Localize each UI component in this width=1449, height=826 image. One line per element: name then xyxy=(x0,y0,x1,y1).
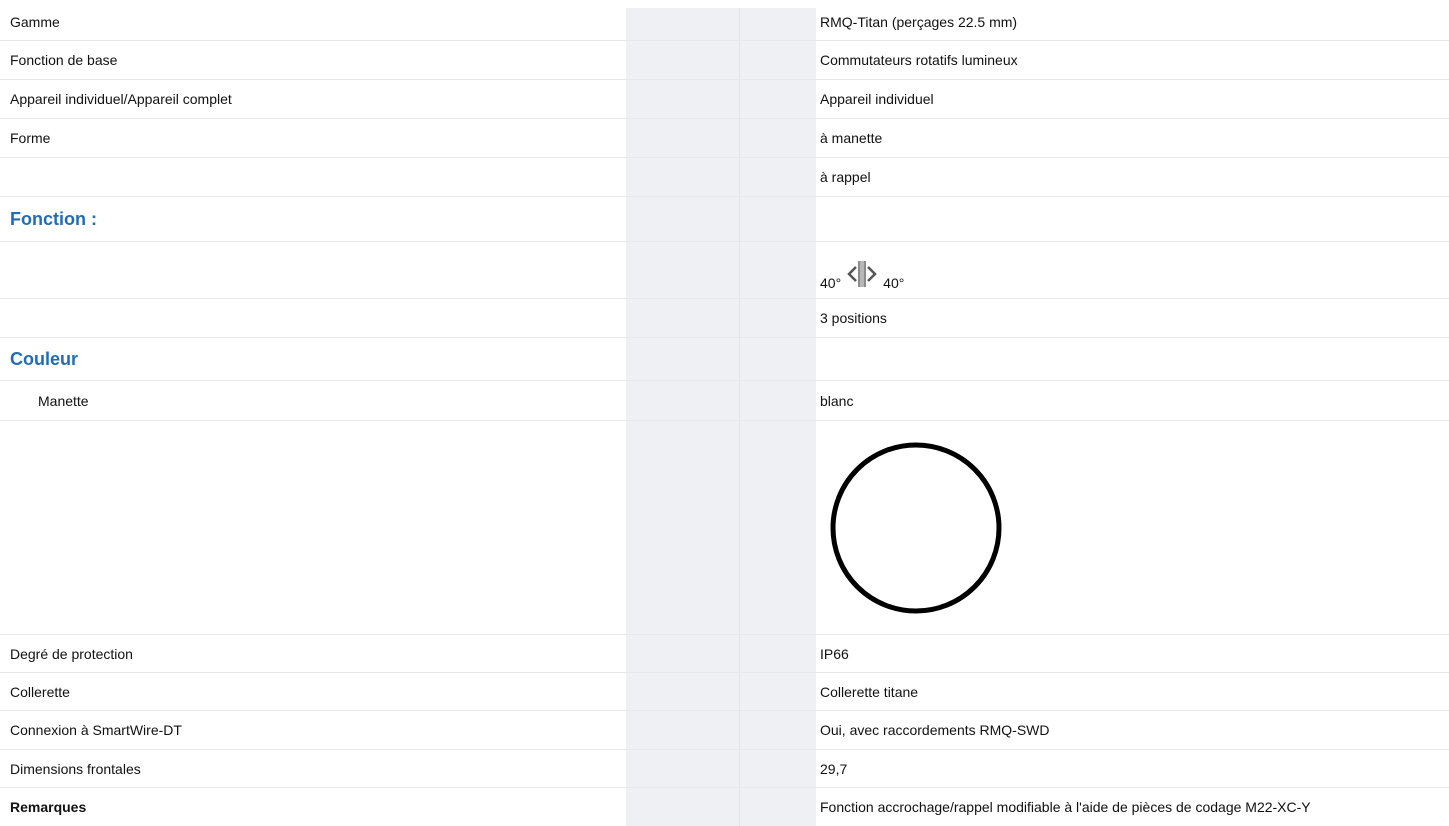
spec-table: Gamme RMQ-Titan (perçages 22.5 mm) Fonct… xyxy=(0,4,1449,826)
row-couleur-section: Couleur xyxy=(0,338,1449,381)
label-smartwire: Connexion à SmartWire-DT xyxy=(10,722,182,738)
label-fonction-base: Fonction de base xyxy=(10,52,118,68)
value-dimensions: 29,7 xyxy=(820,760,848,777)
row-fonction-base: Fonction de base Commutateurs rotatifs l… xyxy=(0,41,1449,80)
value-remarques: Fonction accrochage/rappel modifiable à … xyxy=(820,799,1311,815)
label-remarques: Remarques xyxy=(10,799,87,815)
label-dimensions: Dimensions frontales xyxy=(10,760,141,777)
color-swatch-circle xyxy=(830,442,1002,613)
row-appareil: Appareil individuel/Appareil complet App… xyxy=(0,80,1449,119)
section-couleur: Couleur xyxy=(10,348,79,369)
value-gamme: RMQ-Titan (perçages 22.5 mm) xyxy=(820,14,1018,30)
row-collerette: Collerette Collerette titane xyxy=(0,673,1449,711)
row-gamme: Gamme RMQ-Titan (perçages 22.5 mm) xyxy=(0,4,1449,41)
label-forme: Forme xyxy=(10,130,51,146)
value-smartwire: Oui, avec raccordements RMQ-SWD xyxy=(820,722,1050,738)
value-manette: blanc xyxy=(820,392,854,409)
label-gamme: Gamme xyxy=(10,14,60,30)
label-appareil: Appareil individuel/Appareil complet xyxy=(10,91,232,107)
label-protection: Degré de protection xyxy=(10,645,133,662)
row-forme-2: à rappel xyxy=(0,158,1449,197)
value-positions: 3 positions xyxy=(820,310,887,326)
value-collerette: Collerette titane xyxy=(820,683,919,700)
row-forme: Forme à manette xyxy=(0,119,1449,158)
value-appareil: Appareil individuel xyxy=(820,91,934,107)
rotation-indicator: 40° 40° xyxy=(820,249,1449,291)
angle-left: 40° xyxy=(820,275,842,291)
row-fonction-section: Fonction : xyxy=(0,197,1449,242)
value-fonction-base: Commutateurs rotatifs lumineux xyxy=(820,52,1018,68)
row-swatch xyxy=(0,421,1449,635)
row-positions: 3 positions xyxy=(0,299,1449,338)
angle-right: 40° xyxy=(883,275,905,291)
value-forme-2: à rappel xyxy=(820,169,871,185)
section-fonction: Fonction : xyxy=(10,208,97,229)
row-protection: Degré de protection IP66 xyxy=(0,635,1449,673)
row-remarques: Remarques Fonction accrochage/rappel mod… xyxy=(0,788,1449,826)
row-smartwire: Connexion à SmartWire-DT Oui, avec racco… xyxy=(0,711,1449,750)
label-manette: Manette xyxy=(38,392,89,409)
row-dimensions: Dimensions frontales 29,7 xyxy=(0,750,1449,788)
rotary-arrows-icon xyxy=(847,261,877,287)
value-protection: IP66 xyxy=(820,645,849,662)
row-manette: Manette blanc xyxy=(0,381,1449,421)
value-forme: à manette xyxy=(820,130,883,146)
row-angles: 40° 40° xyxy=(0,242,1449,299)
label-collerette: Collerette xyxy=(10,683,70,700)
